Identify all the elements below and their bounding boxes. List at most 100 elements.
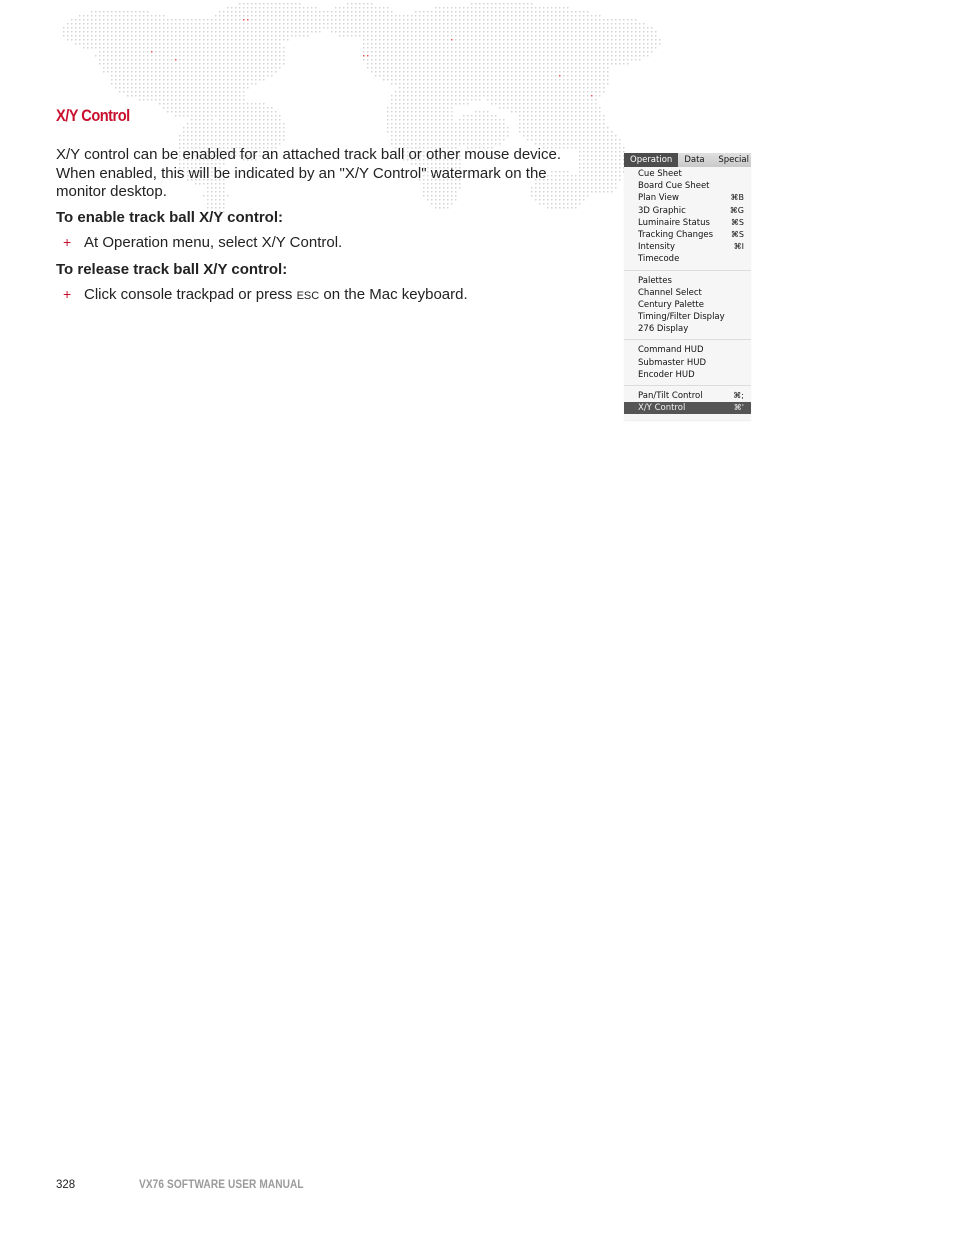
menu-item-shortcut: ⌘I	[733, 242, 744, 252]
menu-item-x-y-control[interactable]: X/Y Control ⌘'	[624, 402, 751, 415]
map-dot	[267, 131, 269, 133]
map-dot	[539, 63, 541, 65]
map-dot	[635, 19, 637, 21]
map-dot	[95, 43, 97, 45]
map-dot	[631, 35, 633, 37]
map-dot	[423, 39, 425, 41]
map-dot	[419, 47, 421, 49]
map-dot	[207, 27, 209, 29]
map-dot	[611, 19, 613, 21]
map-dot	[583, 67, 585, 69]
map-dot	[203, 119, 205, 121]
menu-tab-special[interactable]: Special	[712, 153, 751, 167]
menu-item-board-cue-sheet[interactable]: Board Cue Sheet	[624, 180, 751, 192]
menu-item-channel-select[interactable]: Channel Select	[624, 287, 751, 299]
map-dot	[487, 131, 489, 133]
map-dot	[607, 151, 609, 153]
menu-item-luminaire-status[interactable]: Luminaire Status ⌘S	[624, 217, 751, 229]
map-dot	[547, 115, 549, 117]
map-dot	[379, 19, 381, 21]
map-dot	[183, 75, 185, 77]
map-dot	[247, 127, 249, 129]
map-dot	[147, 95, 149, 97]
map-dot	[467, 51, 469, 53]
map-dot	[643, 55, 645, 57]
map-dot	[263, 115, 265, 117]
map-dot	[455, 23, 457, 25]
map-dot	[551, 75, 553, 77]
map-dot	[571, 91, 573, 93]
menu-item-276-display[interactable]: 276 Display	[624, 323, 751, 335]
map-dot	[195, 83, 197, 85]
map-dot	[551, 55, 553, 57]
menu-item-command-hud[interactable]: Command HUD	[624, 344, 751, 356]
map-dot	[603, 147, 605, 149]
map-dot	[527, 47, 529, 49]
map-dot	[231, 47, 233, 49]
map-dot	[611, 191, 613, 193]
map-dot	[463, 131, 465, 133]
map-dot	[567, 127, 569, 129]
map-dot	[563, 127, 565, 129]
map-dot	[187, 39, 189, 41]
map-dot	[567, 27, 569, 29]
menu-tab-data[interactable]: Data	[678, 153, 710, 167]
map-dot	[263, 59, 265, 61]
menu-item-3d-graphic[interactable]: 3D Graphic ⌘G	[624, 205, 751, 217]
map-dot	[495, 119, 497, 121]
menu-item-timecode[interactable]: Timecode	[624, 253, 751, 265]
menu-item-encoder-hud[interactable]: Encoder HUD	[624, 369, 751, 381]
map-dot	[427, 127, 429, 129]
map-dot	[207, 19, 209, 21]
map-dot	[367, 3, 369, 5]
map-dot	[307, 31, 309, 33]
map-dot	[75, 27, 77, 29]
menu-item-intensity[interactable]: Intensity ⌘I	[624, 241, 751, 253]
map-dot	[219, 63, 221, 65]
map-dot	[595, 43, 597, 45]
map-dot	[599, 91, 601, 93]
map-dot	[435, 203, 437, 205]
menu-item-century-palette[interactable]: Century Palette	[624, 299, 751, 311]
map-dot	[483, 95, 485, 97]
map-dot	[223, 87, 225, 89]
map-dot	[603, 191, 605, 193]
map-dot	[219, 143, 221, 145]
map-dot	[411, 71, 413, 73]
menu-tab-operation[interactable]: Operation	[624, 153, 679, 167]
map-dot	[163, 75, 165, 77]
map-dot	[419, 19, 421, 21]
map-dot	[475, 3, 477, 5]
map-dot	[139, 51, 141, 53]
menu-item-timing-filter-display[interactable]: Timing/Filter Display	[624, 311, 751, 323]
map-dot	[267, 3, 269, 5]
menu-item-submaster-hud[interactable]: Submaster HUD	[624, 357, 751, 369]
map-dot	[519, 7, 521, 9]
map-dot	[291, 15, 293, 17]
map-dot	[451, 139, 453, 141]
map-dot	[523, 71, 525, 73]
map-dot	[243, 123, 245, 125]
map-dot	[167, 103, 169, 105]
map-dot	[611, 183, 613, 185]
map-dot	[275, 55, 277, 57]
map-dot	[187, 83, 189, 85]
map-dot	[451, 79, 453, 81]
map-dot	[463, 123, 465, 125]
map-dot	[335, 23, 337, 25]
map-dot	[71, 27, 73, 29]
map-dot	[587, 127, 589, 129]
map-dot	[427, 143, 429, 145]
map-dot	[219, 107, 221, 109]
map-dot	[199, 75, 201, 77]
map-dot	[503, 71, 505, 73]
map-dot	[291, 35, 293, 37]
map-dot	[515, 35, 517, 37]
menu-item-pan-tilt-control[interactable]: Pan/Tilt Control ⌘;	[624, 390, 751, 402]
menu-item-plan-view[interactable]: Plan View ⌘B	[624, 192, 751, 204]
menu-item-palettes[interactable]: Palettes	[624, 275, 751, 287]
map-dot	[427, 23, 429, 25]
ui-term-operation: Operation	[102, 234, 169, 251]
menu-item-tracking-changes[interactable]: Tracking Changes ⌘S	[624, 229, 751, 241]
menu-item-cue-sheet[interactable]: Cue Sheet	[624, 168, 751, 180]
